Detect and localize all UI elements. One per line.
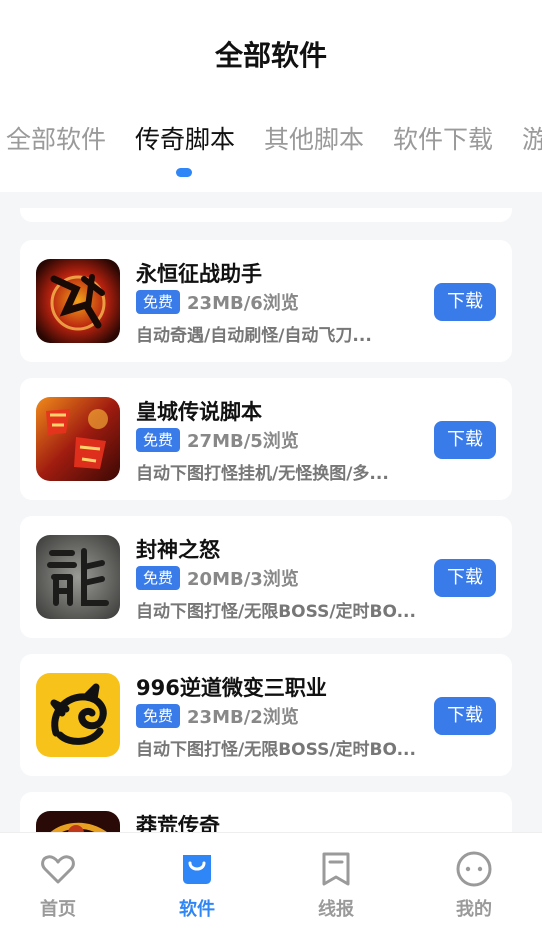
- list-item-partial: [20, 208, 512, 222]
- app-meta: 免费 23MB/2浏览: [136, 703, 299, 729]
- huangcheng-game-icon: [36, 397, 120, 481]
- tabbar-item-mine[interactable]: 我的: [414, 849, 534, 921]
- app-description: 自动奇遇/自动刷怪/自动飞刀...: [136, 326, 372, 346]
- heart-icon: [41, 855, 75, 884]
- list-item[interactable]: 皇城传说脚本 免费 27MB/5浏览 自动下图打怪挂机/无怪换图/多... 下载: [20, 378, 512, 500]
- download-button[interactable]: 下载: [434, 283, 496, 321]
- app-description: 自动下图打怪/无限BOSS/定时BO...: [136, 740, 416, 760]
- app-description: 自动下图打怪挂机/无怪换图/多...: [136, 464, 389, 484]
- download-button[interactable]: 下载: [434, 697, 496, 735]
- app-description: 自动下图打怪/无限BOSS/定时BO...: [136, 602, 416, 622]
- app-meta: 免费 20MB/3浏览: [136, 565, 299, 591]
- app-name: 莽荒传奇: [136, 814, 220, 832]
- app-size-views: 27MB/5浏览: [187, 431, 299, 452]
- tabbar-label: 我的: [456, 899, 492, 920]
- free-badge: 免费: [136, 290, 181, 314]
- black-dragon-icon: [36, 673, 120, 757]
- tabbar-item-news[interactable]: 线报: [276, 849, 396, 921]
- app-name: 皇城传说脚本: [136, 400, 262, 424]
- page-title: 全部软件: [214, 39, 327, 72]
- face-icon: [456, 851, 492, 887]
- free-badge: 免费: [136, 566, 181, 590]
- long-stone-icon: [36, 535, 120, 619]
- app-list[interactable]: 永恒征战助手 免费 23MB/6浏览 自动奇遇/自动刷怪/自动飞刀... 下载 …: [0, 192, 542, 832]
- tabbar-item-home[interactable]: 首页: [0, 849, 118, 921]
- golden-dragon-icon: [36, 811, 120, 832]
- tabbar-label: 首页: [40, 899, 76, 920]
- app-size-views: 20MB/3浏览: [187, 569, 299, 590]
- tabbar-label: 线报: [318, 899, 354, 920]
- app-name: 封神之怒: [136, 538, 220, 562]
- list-item[interactable]: 永恒征战助手 免费 23MB/6浏览 自动奇遇/自动刷怪/自动飞刀... 下载: [20, 240, 512, 362]
- tab-games[interactable]: 游: [522, 120, 542, 156]
- bag-icon: [183, 855, 211, 884]
- download-button[interactable]: 下载: [434, 559, 496, 597]
- app-meta: 免费 27MB/5浏览: [136, 427, 299, 453]
- free-badge: 免费: [136, 704, 181, 728]
- header: 全部软件 全部软件 传奇脚本 其他脚本 软件下载 游: [0, 0, 542, 192]
- tabbar-item-software[interactable]: 软件: [137, 849, 257, 921]
- bookmark-icon: [322, 852, 350, 886]
- tab-other-scripts[interactable]: 其他脚本: [264, 120, 364, 156]
- free-badge: 免费: [136, 428, 181, 452]
- tabbar-label: 软件: [179, 899, 215, 920]
- list-item[interactable]: 莽荒传奇: [20, 792, 512, 832]
- list-item[interactable]: 封神之怒 免费 20MB/3浏览 自动下图打怪/无限BOSS/定时BO... 下…: [20, 516, 512, 638]
- category-tabs: 全部软件 传奇脚本 其他脚本 软件下载 游: [0, 120, 542, 180]
- tab-indicator: [176, 168, 192, 177]
- app-size-views: 23MB/6浏览: [187, 293, 299, 314]
- list-item[interactable]: 996逆道微变三职业 免费 23MB/2浏览 自动下图打怪/无限BOSS/定时B…: [20, 654, 512, 776]
- download-button[interactable]: 下载: [434, 421, 496, 459]
- tab-legend-scripts[interactable]: 传奇脚本: [135, 120, 235, 156]
- tab-software-download[interactable]: 软件下载: [393, 120, 493, 156]
- zhengzhan-game-icon: [36, 259, 120, 343]
- app-name: 996逆道微变三职业: [136, 676, 327, 700]
- app-size-views: 23MB/2浏览: [187, 707, 299, 728]
- tab-all-software[interactable]: 全部软件: [6, 120, 106, 156]
- app-meta: 免费 23MB/6浏览: [136, 289, 299, 315]
- app-name: 永恒征战助手: [136, 262, 262, 286]
- bottom-tab-bar: 首页 软件 线报 我的: [0, 832, 542, 936]
